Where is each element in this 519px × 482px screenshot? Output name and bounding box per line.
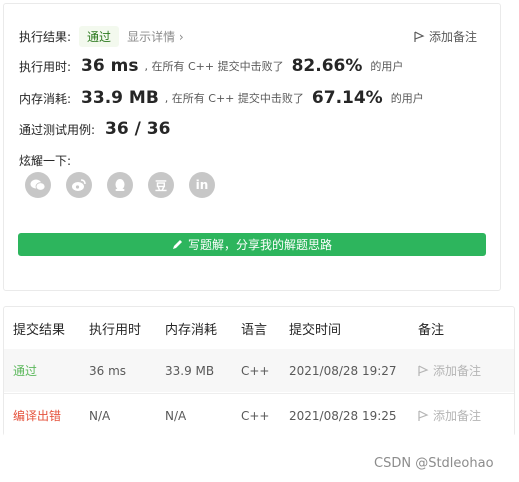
header-memory: 内存消耗: [165, 322, 218, 338]
memory-text: , 在所有 C++ 提交中击败了: [164, 92, 304, 105]
row-runtime: 36 ms: [89, 363, 127, 378]
row-language: C++: [241, 363, 270, 378]
runtime-label: 执行用时:: [19, 59, 72, 74]
row-time: 2021/08/28 19:27: [289, 363, 397, 378]
wechat-glyph: [30, 179, 46, 191]
memory-percent: 67.14%: [311, 88, 383, 108]
table-row[interactable]: 通过 36 ms 33.9 MB C++ 2021/08/28 19:27 添加…: [4, 349, 514, 392]
weibo-glyph: [72, 179, 86, 191]
table-header: 提交结果 执行用时 内存消耗 语言 提交时间 备注: [4, 307, 514, 349]
row-memory: N/A: [165, 408, 187, 423]
show-details-link[interactable]: 显示详情 ›: [127, 28, 184, 45]
result-label: 执行结果:: [19, 30, 72, 44]
row-time: 2021/08/28 19:25: [289, 408, 397, 423]
write-solution-button[interactable]: 写题解，分享我的解题思路: [18, 233, 486, 256]
memory-label: 内存消耗:: [19, 91, 72, 106]
runtime-row: 执行用时: 36 ms , 在所有 C++ 提交中击败了 82.66% 的用户: [19, 56, 403, 76]
douban-glyph: 豆: [154, 178, 167, 193]
tests-label: 通过测试用例:: [19, 122, 96, 137]
linkedin-icon[interactable]: in: [189, 172, 215, 198]
tests-value: 36 / 36: [105, 119, 171, 139]
wechat-icon[interactable]: [25, 172, 51, 198]
submissions-table: 提交结果 执行用时 内存消耗 语言 提交时间 备注 通过 36 ms 33.9 …: [3, 306, 515, 437]
row-language: C++: [241, 408, 270, 423]
memory-row: 内存消耗: 33.9 MB , 在所有 C++ 提交中击败了 67.14% 的用…: [19, 88, 424, 108]
row-add-note-label: 添加备注: [433, 364, 482, 378]
linkedin-glyph: in: [195, 178, 209, 192]
flag-icon: [418, 409, 429, 421]
row-result-link[interactable]: 通过: [13, 362, 37, 379]
result-row: 执行结果: 通过 显示详情 ›: [19, 26, 184, 47]
share-label: 炫耀一下:: [19, 154, 72, 168]
pencil-icon: [172, 240, 182, 249]
flag-icon: [418, 364, 429, 376]
share-icons: 豆 in: [25, 172, 230, 198]
row-runtime: N/A: [89, 408, 111, 423]
header-note: 备注: [418, 322, 445, 338]
tests-row: 通过测试用例: 36 / 36: [19, 119, 170, 139]
qq-icon[interactable]: [107, 172, 133, 198]
row-add-note-button[interactable]: 添加备注: [418, 407, 481, 424]
row-add-note-button[interactable]: 添加备注: [418, 362, 481, 379]
header-time: 提交时间: [289, 322, 342, 338]
qq-glyph: [115, 179, 125, 191]
add-note-label: 添加备注: [429, 30, 478, 44]
header-language: 语言: [241, 322, 268, 338]
row-memory: 33.9 MB: [165, 363, 215, 378]
flag-icon: [414, 30, 425, 42]
runtime-percent: 82.66%: [291, 56, 363, 76]
douban-icon[interactable]: 豆: [148, 172, 174, 198]
memory-value: 33.9 MB: [81, 88, 159, 108]
row-add-note-label: 添加备注: [433, 409, 482, 423]
row-result-link[interactable]: 编译出错: [13, 407, 61, 424]
runtime-suffix: 的用户: [370, 60, 404, 73]
header-runtime: 执行用时: [89, 322, 142, 338]
write-solution-label: 写题解，分享我的解题思路: [187, 238, 332, 252]
add-note-button[interactable]: 添加备注: [414, 28, 477, 45]
watermark: CSDN @Stdleohao: [374, 456, 494, 471]
weibo-icon[interactable]: [66, 172, 92, 198]
header-result: 提交结果: [13, 322, 66, 338]
share-row: 炫耀一下:: [19, 152, 71, 169]
table-row[interactable]: 编译出错 N/A N/A C++ 2021/08/28 19:25 添加备注: [4, 393, 514, 437]
memory-suffix: 的用户: [390, 92, 424, 105]
runtime-text: , 在所有 C++ 提交中击败了: [144, 60, 284, 73]
runtime-value: 36 ms: [81, 56, 139, 76]
status-badge: 通过: [79, 26, 120, 47]
